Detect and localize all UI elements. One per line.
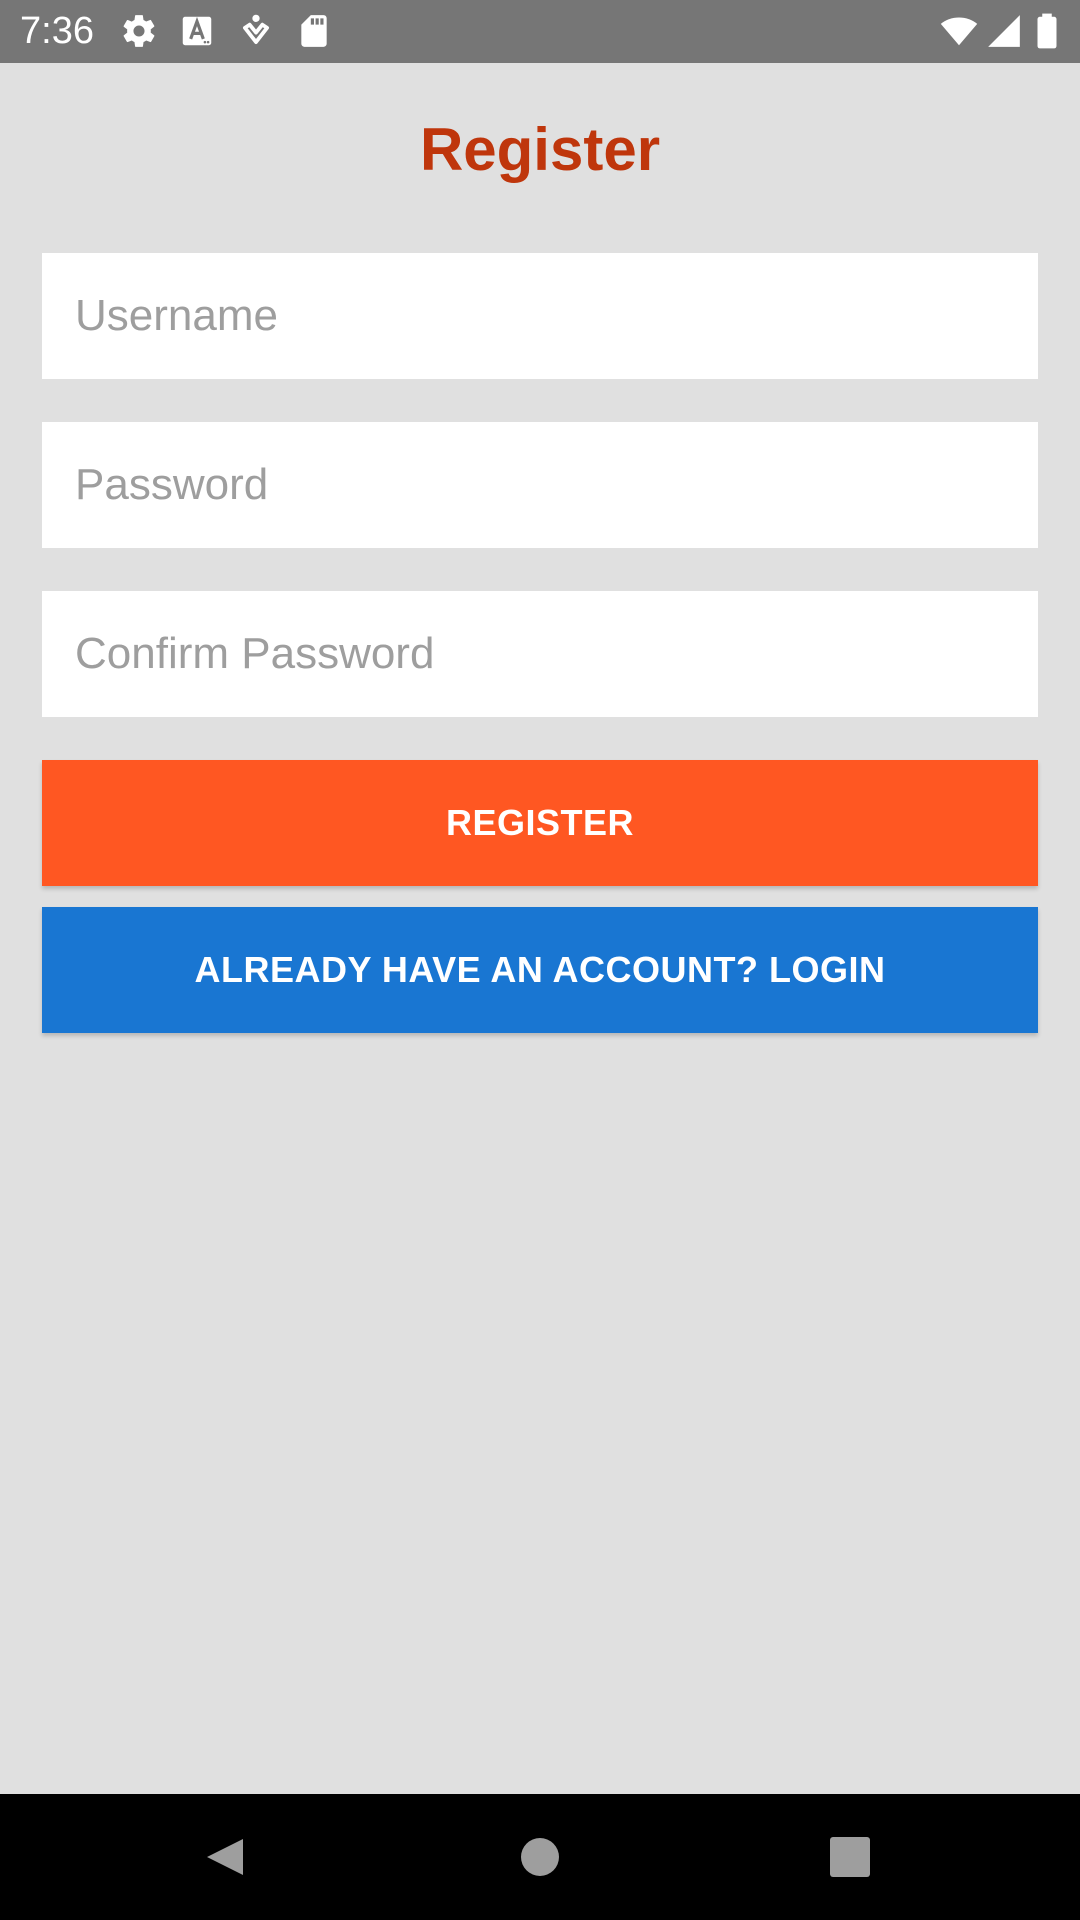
keyboard-a-icon	[178, 12, 216, 50]
back-icon[interactable]	[195, 1827, 255, 1887]
accessibility-icon	[237, 12, 275, 50]
sd-card-icon	[295, 12, 333, 50]
home-icon[interactable]	[510, 1827, 570, 1887]
register-button[interactable]: REGISTER	[42, 760, 1038, 886]
status-bar: 7:36	[0, 0, 1080, 63]
cell-signal-icon	[985, 12, 1023, 50]
navigation-bar	[0, 1794, 1080, 1920]
confirm-password-field[interactable]	[42, 591, 1038, 717]
recents-icon[interactable]	[820, 1827, 880, 1887]
username-field[interactable]	[42, 253, 1038, 379]
status-time: 7:36	[20, 10, 94, 52]
wifi-icon	[940, 12, 978, 50]
page-title: Register	[419, 116, 661, 183]
password-field[interactable]	[42, 422, 1038, 548]
login-button[interactable]: ALREADY HAVE AN ACCOUNT? LOGIN	[42, 907, 1038, 1033]
settings-icon	[120, 12, 158, 50]
battery-icon	[1030, 12, 1064, 50]
